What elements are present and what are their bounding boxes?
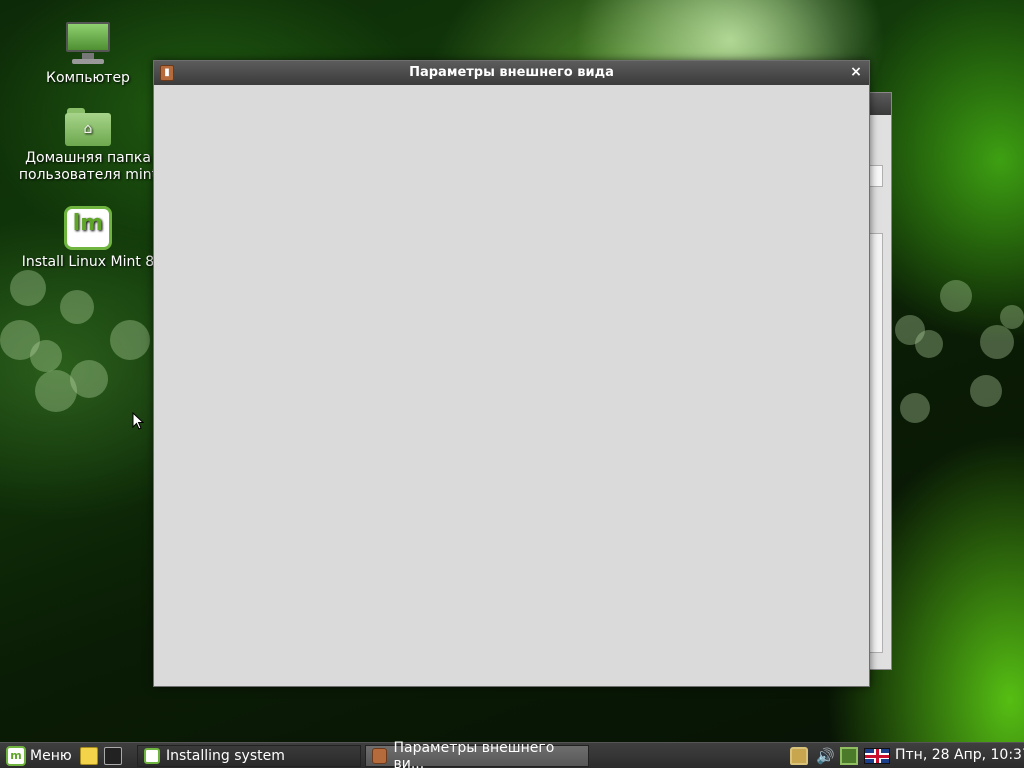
- wallpaper-bokeh: [70, 360, 108, 398]
- wallpaper-bokeh: [30, 340, 62, 372]
- uk-flag-icon[interactable]: [864, 748, 890, 764]
- appearance-icon: [372, 748, 388, 764]
- notes-launcher-icon[interactable]: [80, 747, 98, 765]
- network-icon[interactable]: [840, 747, 858, 765]
- task-label: Installing system: [166, 748, 285, 764]
- wallpaper-bokeh: [970, 375, 1002, 407]
- home-folder-icon: ⌂: [65, 108, 111, 146]
- desktop-icon-home-folder[interactable]: ⌂ Домашняя папка пользователя mint: [18, 108, 158, 184]
- volume-icon[interactable]: 🔊: [816, 747, 835, 765]
- menu-label: Меню: [30, 748, 72, 764]
- desktop-icon-label: Install Linux Mint 8: [21, 254, 155, 270]
- desktop-icon-install-mint[interactable]: lm Install Linux Mint 8: [18, 206, 158, 271]
- menu-button[interactable]: m Меню: [2, 745, 76, 767]
- desktop-icon-label: Домашняя папка пользователя mint: [18, 150, 158, 183]
- computer-icon: [64, 22, 112, 66]
- taskbar: m Меню Installing system Параметры внешн…: [0, 740, 1024, 768]
- mint-logo-icon: m: [6, 746, 26, 766]
- wallpaper-bokeh: [60, 290, 94, 324]
- mouse-pointer-icon: [132, 412, 144, 430]
- lock-icon[interactable]: [790, 747, 808, 765]
- appearance-preferences-dialog[interactable]: ▮ Параметры внешнего вида ×: [153, 60, 870, 687]
- task-label: Параметры внешнего ви...: [393, 740, 555, 768]
- dialog-content: [154, 85, 869, 686]
- task-installing-system[interactable]: Installing system: [137, 745, 361, 767]
- desktop-icon-computer[interactable]: Компьютер: [18, 22, 158, 87]
- wallpaper-bokeh: [915, 330, 943, 358]
- dialog-title: Параметры внешнего вида: [409, 65, 614, 80]
- mint-installer-icon: [144, 748, 160, 764]
- mint-installer-icon: lm: [64, 206, 112, 250]
- dialog-titlebar[interactable]: ▮ Параметры внешнего вида ×: [154, 61, 869, 85]
- wallpaper-bokeh: [1000, 305, 1024, 329]
- wallpaper-bokeh: [110, 320, 150, 360]
- wallpaper-bokeh: [940, 280, 972, 312]
- close-icon[interactable]: ×: [849, 64, 863, 80]
- wallpaper-bokeh: [980, 325, 1014, 359]
- wallpaper-bokeh: [10, 270, 46, 306]
- clock[interactable]: Птн, 28 Апр, 10:37: [895, 747, 1024, 763]
- wallpaper-bokeh: [900, 393, 930, 423]
- terminal-launcher-icon[interactable]: [104, 747, 122, 765]
- task-appearance-preferences[interactable]: Параметры внешнего ви...: [365, 740, 589, 768]
- desktop-icon-label: Компьютер: [46, 70, 130, 86]
